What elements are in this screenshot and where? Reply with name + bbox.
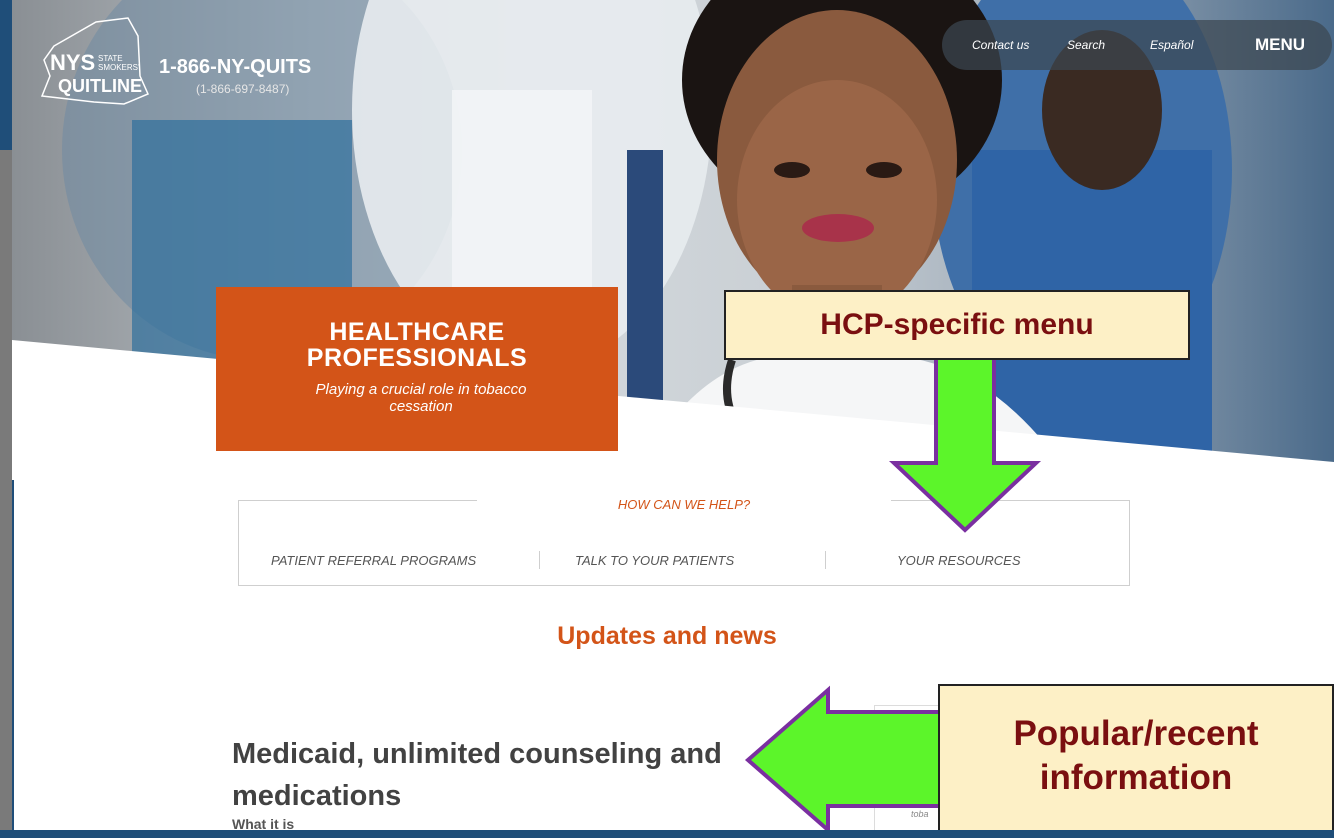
frame-bottom-edge <box>0 830 1334 838</box>
callout-popular-line1: Popular/recent <box>1013 714 1259 753</box>
left-arrow-icon <box>744 685 942 835</box>
callout-popular-information: Popular/recent information <box>938 684 1334 832</box>
down-arrow-icon <box>888 355 1042 533</box>
callout-popular-line2: information <box>1039 758 1233 797</box>
callout-hcp-menu: HCP-specific menu <box>724 290 1190 360</box>
